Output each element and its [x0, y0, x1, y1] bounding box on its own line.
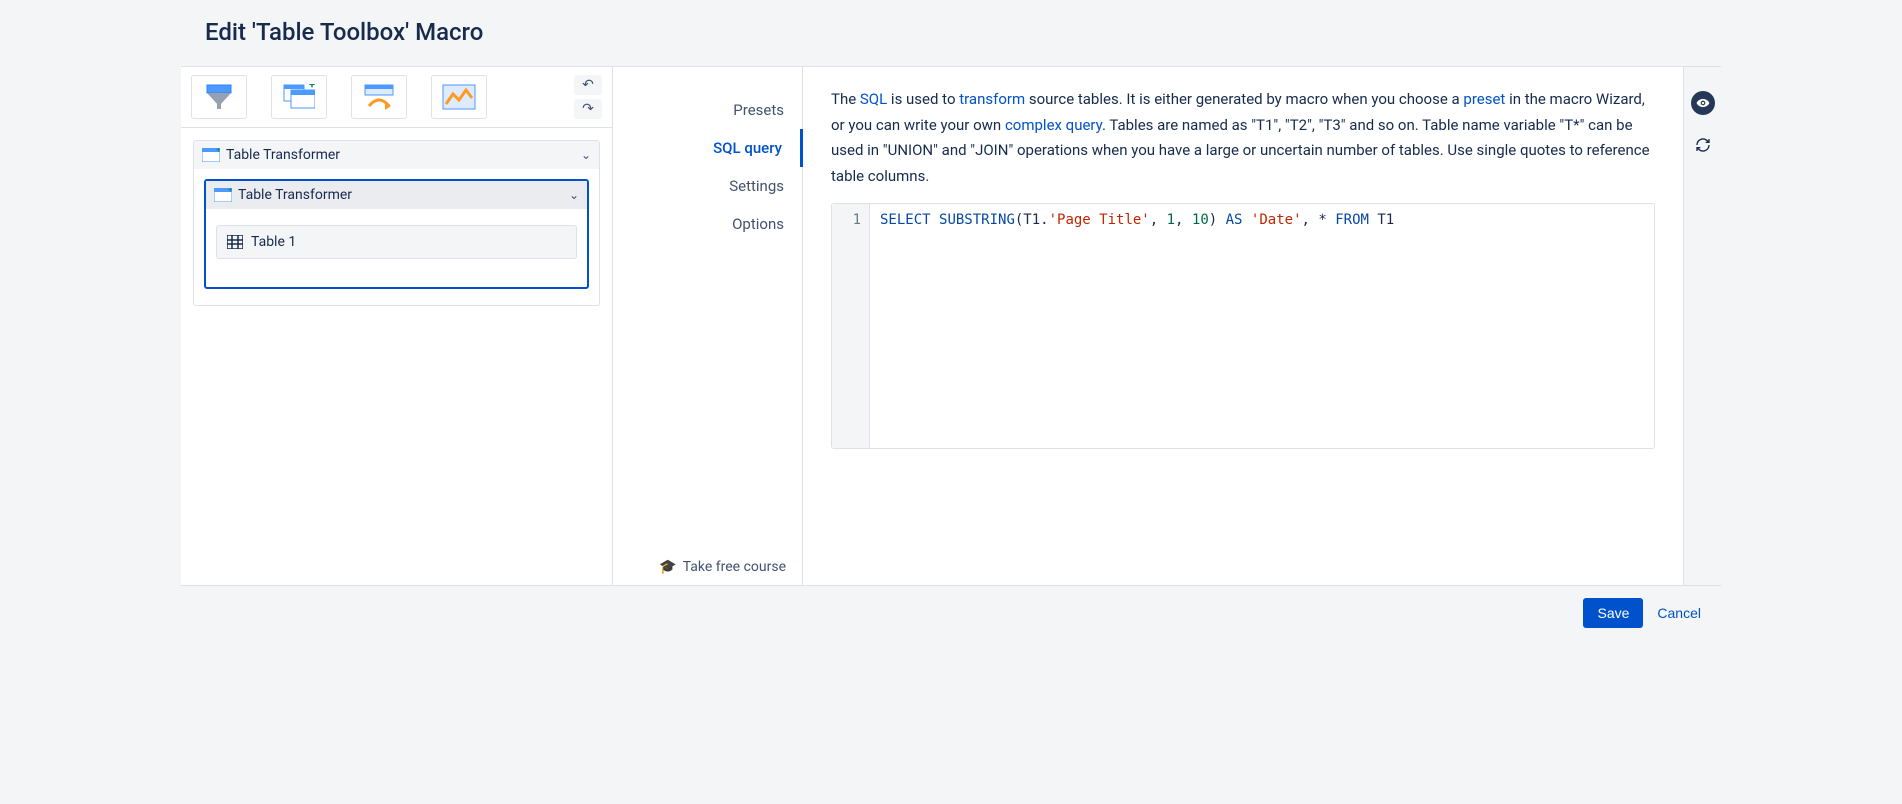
tab-presets[interactable]: Presets — [613, 91, 802, 129]
chart-icon — [442, 84, 476, 110]
take-free-course-label: Take free course — [683, 559, 786, 575]
graduation-cap-icon: 🎓 — [659, 559, 676, 575]
tool-chart-button[interactable] — [431, 75, 487, 119]
preview-button[interactable] — [1691, 91, 1715, 115]
dialog-title: Edit 'Table Toolbox' Macro — [205, 18, 1697, 46]
pivot-icon: + — [283, 84, 315, 110]
tab-settings[interactable]: Settings — [613, 167, 802, 205]
tree-item-transformer-outer[interactable]: + Table Transformer ⌄ + Table Transforme… — [193, 140, 600, 306]
table-transformer-icon: + — [202, 148, 220, 162]
dialog-header: Edit 'Table Toolbox' Macro — [181, 0, 1721, 67]
tab-sql-query[interactable]: SQL query — [613, 129, 803, 167]
line-number: 1 — [832, 212, 861, 228]
main-panel: The SQL is used to transform source tabl… — [803, 67, 1683, 585]
editor-content[interactable]: SELECT SUBSTRING(T1.'Page Title', 1, 10)… — [870, 204, 1404, 448]
left-panel: + ↶ ↷ — [181, 67, 613, 585]
tab-options[interactable]: Options — [613, 205, 802, 243]
sql-description: The SQL is used to transform source tabl… — [831, 87, 1655, 189]
take-free-course-link[interactable]: 🎓 Take free course — [659, 559, 786, 575]
link-transform[interactable]: transform — [959, 90, 1025, 108]
table-chip[interactable]: Table 1 — [216, 225, 577, 259]
tool-filter-button[interactable] — [191, 75, 247, 119]
save-button[interactable]: Save — [1583, 598, 1643, 628]
macro-tree: + Table Transformer ⌄ + Table Transforme… — [181, 128, 612, 324]
tree-item-label: Table Transformer — [226, 147, 340, 163]
dialog-footer: Save Cancel — [181, 585, 1721, 640]
cancel-button[interactable]: Cancel — [1657, 605, 1701, 621]
tree-item-transformer-inner[interactable]: + Table Transformer ⌄ Table — [204, 179, 589, 289]
right-rail — [1683, 67, 1721, 585]
link-complex-query[interactable]: complex query — [1005, 116, 1102, 134]
macro-toolbar: + ↶ ↷ — [181, 67, 612, 128]
chevron-down-icon[interactable]: ⌄ — [569, 188, 579, 202]
link-sql[interactable]: SQL — [860, 90, 887, 108]
refresh-button[interactable] — [1691, 133, 1715, 157]
undo-icon: ↶ — [582, 77, 594, 93]
eye-icon — [1696, 96, 1710, 110]
redo-button[interactable]: ↷ — [574, 99, 602, 119]
table-chip-label: Table 1 — [251, 234, 296, 250]
transform-icon — [363, 84, 395, 110]
editor-gutter: 1 — [832, 204, 870, 448]
sql-editor[interactable]: 1 SELECT SUBSTRING(T1.'Page Title', 1, 1… — [831, 203, 1655, 449]
link-preset[interactable]: preset — [1463, 90, 1505, 108]
tree-item-label: Table Transformer — [238, 187, 352, 203]
svg-text:+: + — [216, 148, 220, 154]
tool-pivot-button[interactable]: + — [271, 75, 327, 119]
undo-button[interactable]: ↶ — [574, 75, 602, 95]
tabs-panel: Presets SQL query Settings Options 🎓 Tak… — [613, 67, 803, 585]
redo-icon: ↷ — [582, 101, 594, 117]
filter-icon — [204, 84, 234, 110]
table-icon — [227, 235, 243, 249]
svg-text:+: + — [309, 84, 315, 91]
refresh-icon — [1695, 137, 1711, 153]
chevron-down-icon[interactable]: ⌄ — [581, 148, 591, 162]
tool-transform-button[interactable] — [351, 75, 407, 119]
svg-text:+: + — [228, 188, 232, 194]
table-transformer-icon: + — [214, 188, 232, 202]
